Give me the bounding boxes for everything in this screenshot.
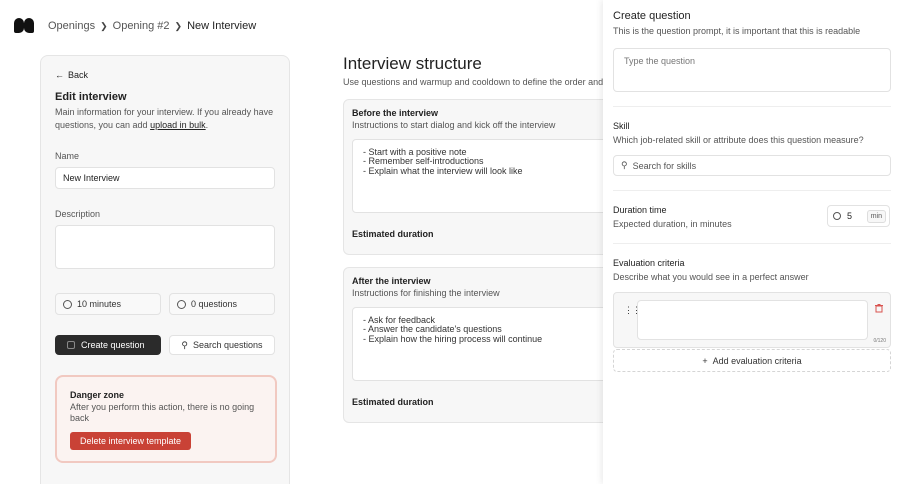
criteria-subtitle: Describe what you would see in a perfect… <box>613 272 809 282</box>
duration-stat: 10 minutes <box>55 293 161 316</box>
skill-subtitle: Which job-related skill or attribute doe… <box>613 135 864 145</box>
back-label: Back <box>68 70 89 80</box>
timer-icon <box>63 299 72 309</box>
after-interview-block: After the interview Instructions for fin… <box>343 267 624 423</box>
breadcrumb-current: New Interview <box>187 20 257 32</box>
after-title: After the interview <box>352 276 431 286</box>
delete-interview-button[interactable]: Delete interview template <box>70 431 191 450</box>
timer-icon <box>833 212 841 220</box>
before-title: Before the interview <box>352 108 439 118</box>
plus-square-icon <box>67 341 75 350</box>
search-icon: ⚲ <box>181 339 189 350</box>
drawer-title: Create question <box>613 10 691 22</box>
upload-in-bulk-link[interactable]: upload in bulk <box>150 120 206 130</box>
logo-icon[interactable] <box>14 18 34 34</box>
trash-icon[interactable] <box>874 303 884 313</box>
questions-stat: 0 questions <box>169 293 275 316</box>
chevron-right-icon: ❯ <box>100 20 108 31</box>
criteria-item: ⋮⋮ 0/120 <box>613 292 891 348</box>
before-instructions[interactable]: - Start with a positive note - Remember … <box>352 139 624 213</box>
interview-stats: 10 minutes 0 questions <box>55 293 275 316</box>
search-icon: ⚲ <box>621 160 628 170</box>
duration-title: Duration time <box>613 205 667 215</box>
create-question-drawer: Create question This is the question pro… <box>603 0 900 484</box>
danger-zone-text: After you perform this action, there is … <box>70 402 255 423</box>
arrow-left-icon: ← <box>55 70 64 80</box>
divider <box>613 106 891 107</box>
after-instructions[interactable]: - Ask for feedback - Answer the candidat… <box>352 307 624 381</box>
danger-zone-title: Danger zone <box>70 390 125 401</box>
divider <box>613 243 891 244</box>
name-label: Name <box>55 151 80 162</box>
skill-title: Skill <box>613 121 630 131</box>
back-button[interactable]: ← Back <box>55 70 275 80</box>
plus-icon: + <box>702 355 708 366</box>
duration-input[interactable]: 5 min <box>827 205 890 227</box>
breadcrumb-opening[interactable]: Opening #2 <box>113 20 170 32</box>
drawer-subtitle: This is the question prompt, it is impor… <box>613 26 861 36</box>
divider <box>613 190 891 191</box>
description-textarea[interactable] <box>55 225 275 270</box>
edit-interview-title: Edit interview <box>55 91 127 103</box>
criteria-char-counter: 0/120 <box>873 338 886 344</box>
before-estimated-duration: Estimated duration <box>352 229 434 239</box>
question-input[interactable]: Type the question <box>613 48 891 92</box>
edit-interview-card: ← Back Edit interview Main information f… <box>40 55 290 484</box>
breadcrumb-openings[interactable]: Openings <box>48 20 95 32</box>
chevron-right-icon: ❯ <box>174 20 183 31</box>
search-questions-button[interactable]: ⚲ Search questions <box>169 335 275 356</box>
duration-row: Duration time Expected duration, in minu… <box>613 205 890 229</box>
description-label: Description <box>55 209 101 220</box>
before-subtitle: Instructions to start dialog and kick of… <box>352 120 556 130</box>
after-estimated-duration: Estimated duration <box>352 397 434 407</box>
after-subtitle: Instructions for finishing the interview <box>352 288 500 298</box>
question-count-icon <box>177 299 186 309</box>
minutes-unit: min <box>866 209 886 223</box>
question-actions: Create question ⚲ Search questions <box>55 335 275 356</box>
add-evaluation-criteria-button[interactable]: + Add evaluation criteria <box>613 349 891 372</box>
edit-interview-description: Main information for your interview. If … <box>55 107 274 130</box>
duration-subtitle: Expected duration, in minutes <box>613 219 732 229</box>
criteria-input[interactable] <box>637 300 868 340</box>
criteria-title: Evaluation criteria <box>613 258 685 268</box>
create-question-button[interactable]: Create question <box>55 335 161 356</box>
skill-search-input[interactable]: ⚲ Search for skills <box>613 155 891 176</box>
before-interview-block: Before the interview Instructions to sta… <box>343 99 624 255</box>
name-input[interactable]: New Interview <box>55 167 275 190</box>
danger-zone: Danger zone After you perform this actio… <box>55 375 277 464</box>
